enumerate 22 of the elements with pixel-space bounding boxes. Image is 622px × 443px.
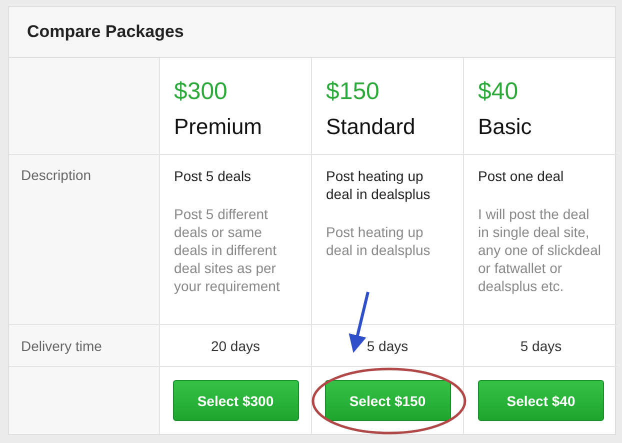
package-summary: Post 5 deals: [174, 167, 252, 185]
package-price: $150: [326, 78, 380, 106]
package-details: Post heating up deal in dealsplus: [326, 223, 432, 259]
package-price: $40: [478, 78, 520, 106]
package-name: Premium: [174, 114, 264, 140]
package-summary: Post heating up deal in dealsplus: [326, 167, 432, 203]
select-button[interactable]: Select $40: [478, 380, 604, 421]
select-button[interactable]: Select $150: [324, 380, 450, 421]
select-button[interactable]: Select $300: [172, 380, 298, 421]
row-label: Delivery time: [21, 338, 102, 354]
row-label: Description: [21, 167, 92, 183]
package-name: Basic: [478, 114, 533, 140]
delivery-time: 20 days: [210, 338, 260, 354]
package-price: $300: [174, 78, 228, 106]
annotation-arrow: [348, 292, 370, 353]
panel-title: Compare Packages: [27, 22, 184, 42]
package-details: I will post the deal in single deal site, any one of slickdeal or fatwallet or dealsplus etc.: [478, 205, 602, 295]
package-summary: Post one deal: [478, 167, 565, 185]
delivery-time: 5 days: [520, 338, 562, 354]
delivery-time: 5 days: [366, 338, 408, 354]
package-name: Standard: [326, 114, 416, 140]
package-details: Post 5 different deals or same deals in different deal sites as per your requirement: [174, 205, 281, 295]
